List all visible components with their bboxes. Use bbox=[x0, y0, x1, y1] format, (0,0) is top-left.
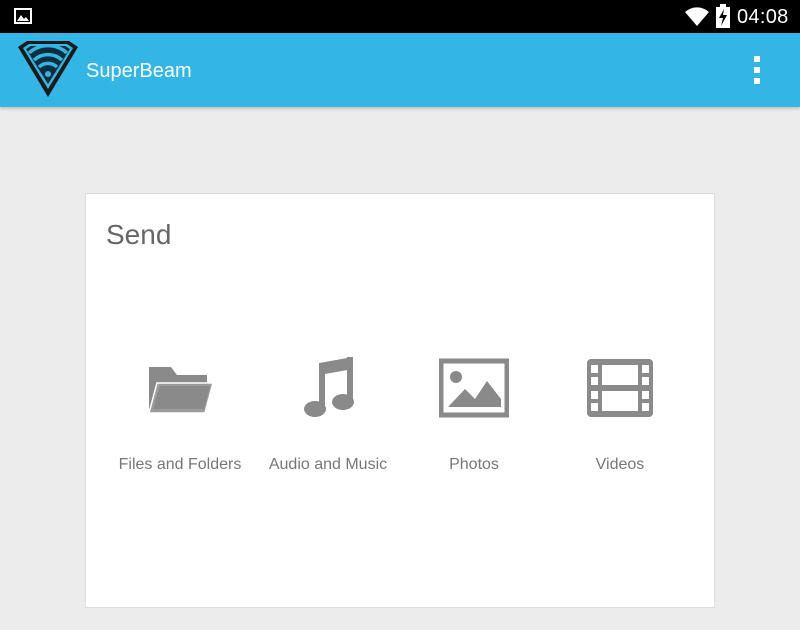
app-title: SuperBeam bbox=[86, 60, 192, 82]
status-bar: 04:08 bbox=[0, 0, 800, 33]
option-label: Files and Folders bbox=[118, 456, 242, 473]
battery-charging-icon bbox=[716, 4, 730, 28]
overflow-menu-icon[interactable] bbox=[742, 51, 772, 89]
option-label: Audio and Music bbox=[268, 456, 388, 473]
card-title: Send bbox=[106, 219, 172, 250]
film-icon bbox=[587, 359, 653, 417]
send-files-and-folders-button[interactable]: Files and Folders bbox=[106, 357, 254, 477]
send-card: Send Files and Folders Audio and Music P… bbox=[85, 193, 715, 608]
music-note-icon bbox=[304, 357, 354, 417]
image-notification-icon bbox=[14, 8, 32, 24]
folder-icon bbox=[148, 367, 214, 414]
send-photos-button[interactable]: Photos bbox=[400, 357, 548, 477]
send-videos-button[interactable]: Videos bbox=[546, 357, 694, 477]
option-label: Photos bbox=[449, 456, 499, 473]
superbeam-logo[interactable] bbox=[16, 39, 80, 99]
photo-icon bbox=[439, 358, 509, 418]
wifi-icon bbox=[685, 7, 709, 26]
status-time: 04:08 bbox=[737, 6, 789, 28]
option-label: Videos bbox=[595, 456, 645, 473]
send-audio-and-music-button[interactable]: Audio and Music bbox=[254, 357, 402, 477]
action-bar: SuperBeam bbox=[0, 33, 800, 107]
